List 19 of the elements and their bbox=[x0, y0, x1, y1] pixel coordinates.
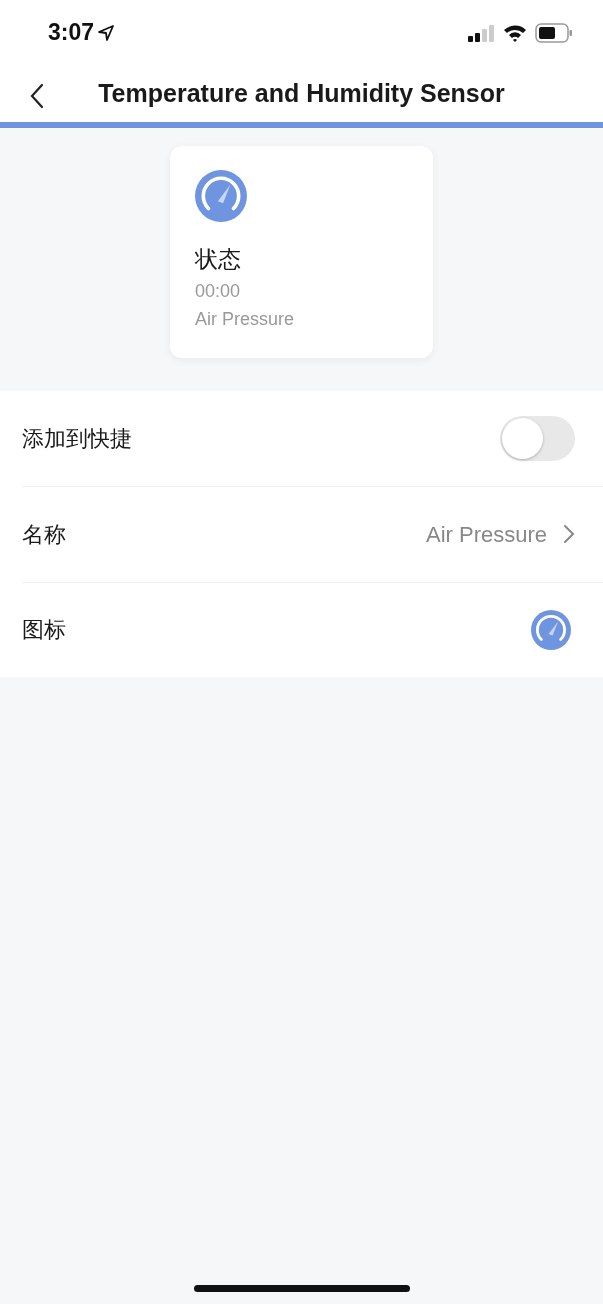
wifi-icon bbox=[503, 23, 527, 42]
clock-time: 3:07 bbox=[48, 18, 95, 48]
battery-icon bbox=[535, 22, 573, 43]
card-title: 状态 bbox=[195, 245, 242, 274]
back-button[interactable] bbox=[30, 83, 44, 109]
status-card[interactable]: 状态 00:00 Air Pressure bbox=[170, 146, 433, 358]
location-arrow-icon bbox=[98, 24, 115, 41]
toggle-switch[interactable] bbox=[500, 415, 575, 461]
chevron-right-icon[interactable] bbox=[563, 524, 575, 544]
page-title: Temperature and Humidity Sensor bbox=[98, 77, 505, 109]
setting-label: 图标 bbox=[22, 616, 66, 644]
card-name: Air Pressure bbox=[195, 307, 296, 331]
card-time: 00:00 bbox=[195, 279, 242, 303]
setting-label: 添加到快捷 bbox=[22, 424, 132, 453]
gauge-icon bbox=[195, 170, 247, 222]
setting-label: 名称 bbox=[22, 520, 66, 549]
setting-value[interactable]: Air Pressure bbox=[425, 517, 547, 551]
signal-icon bbox=[468, 23, 495, 42]
gauge-icon bbox=[531, 609, 571, 650]
